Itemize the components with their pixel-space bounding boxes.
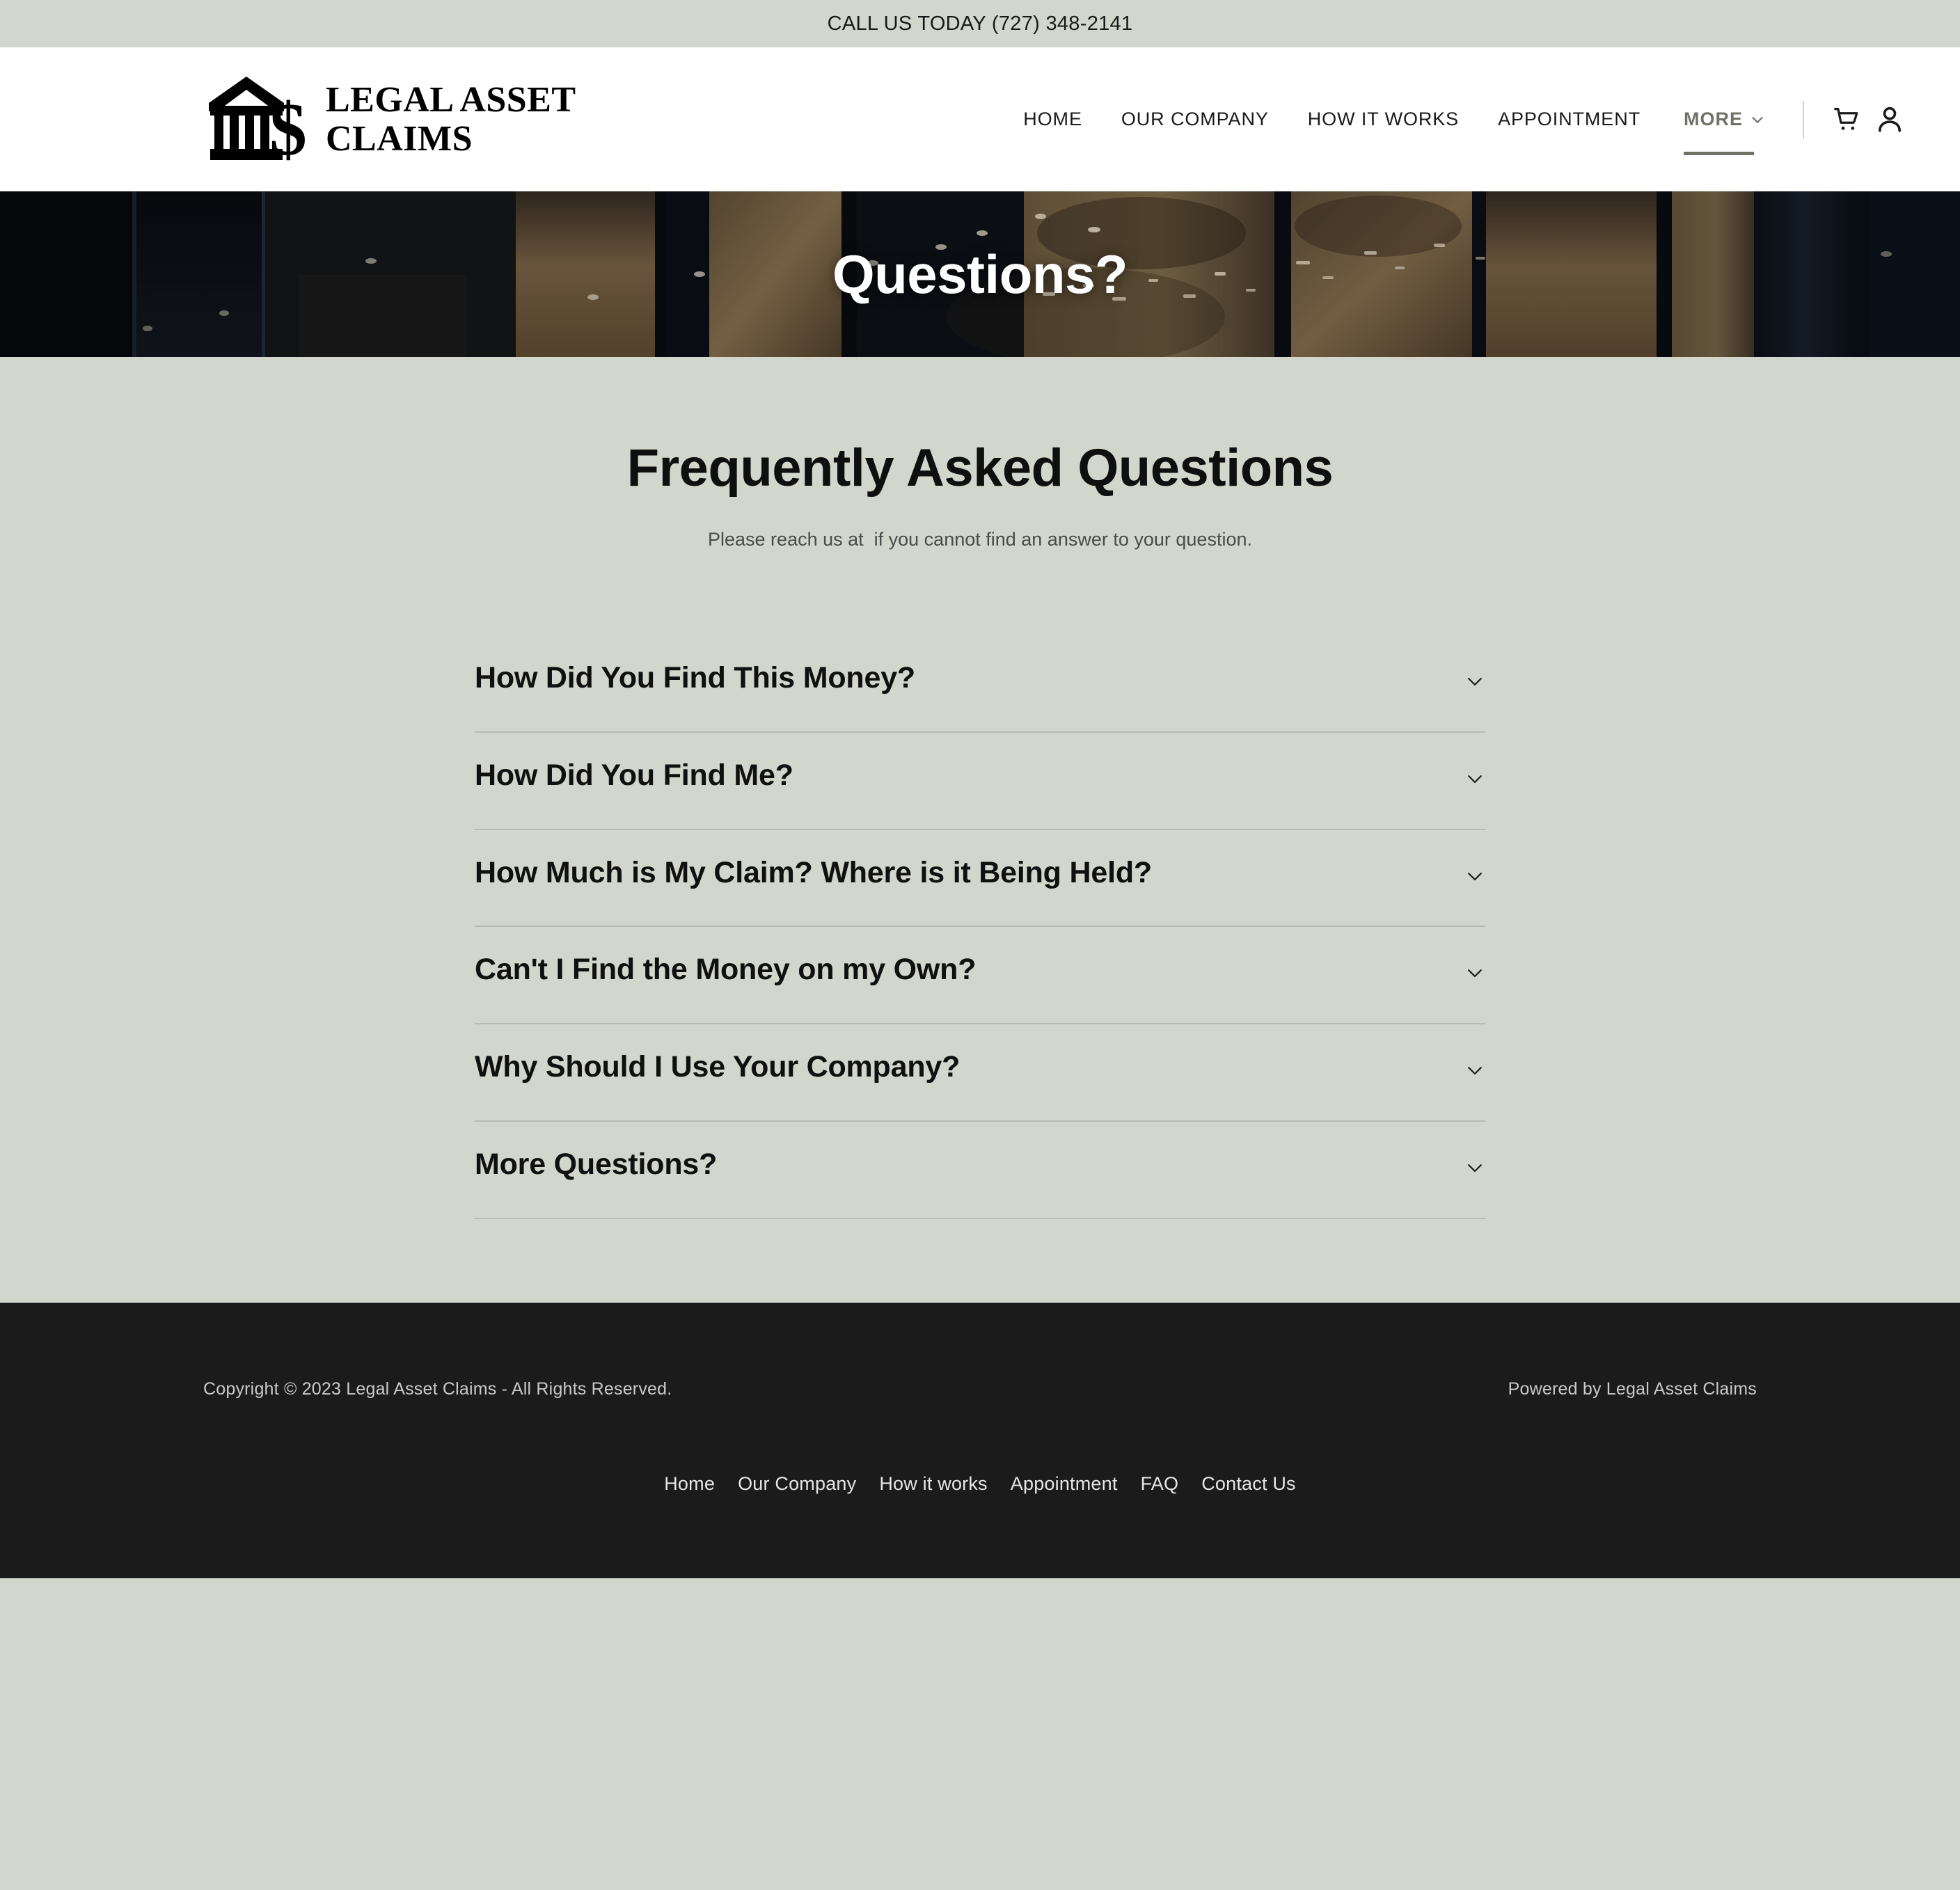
nav-item-more[interactable]: MORE	[1660, 109, 1785, 155]
faq-bottom-spacer	[0, 1219, 1960, 1303]
faq-accordion: How Did You Find This Money? How Did You…	[475, 635, 1485, 1219]
site-footer: Copyright © 2023 Legal Asset Claims - Al…	[0, 1302, 1960, 1578]
footer-link-appointment[interactable]: Appointment	[1011, 1473, 1118, 1495]
faq-item[interactable]: How Much is My Claim? Where is it Being …	[475, 830, 1485, 928]
chevron-down-icon[interactable]	[1464, 1060, 1485, 1081]
chevron-down-icon	[1752, 116, 1763, 123]
footer-powered-by: Powered by Legal Asset Claims	[1508, 1379, 1757, 1399]
cart-button[interactable]	[1828, 101, 1865, 138]
faq-question: How Did You Find Me?	[475, 758, 793, 792]
faq-item[interactable]: How Did You Find This Money?	[475, 635, 1485, 733]
nav-more-label: MORE	[1684, 109, 1743, 129]
nav-item-home[interactable]: HOME	[1004, 109, 1102, 130]
call-us-today-text: CALL US TODAY (727) 348-2141	[827, 12, 1133, 35]
footer-link-how-it-works[interactable]: How it works	[879, 1473, 987, 1495]
faq-heading: Frequently Asked Questions	[626, 438, 1334, 498]
brand-name: LEGAL ASSET CLAIMS	[326, 80, 576, 159]
chevron-down-icon[interactable]	[1464, 866, 1485, 887]
faq-question: Can't I Find the Money on my Own?	[475, 953, 977, 987]
faq-item[interactable]: Why Should I Use Your Company?	[475, 1024, 1485, 1122]
footer-meta-row: Copyright © 2023 Legal Asset Claims - Al…	[203, 1303, 1757, 1399]
nav-item-appointment[interactable]: APPOINTMENT	[1478, 109, 1660, 130]
faq-question: How Much is My Claim? Where is it Being …	[475, 855, 1152, 889]
nav-divider	[1803, 100, 1804, 138]
site-header: $ LEGAL ASSET CLAIMS HOME OUR COMPANY HO…	[0, 47, 1960, 191]
footer-link-contact-us[interactable]: Contact Us	[1201, 1473, 1296, 1495]
announcement-bar: CALL US TODAY (727) 348-2141	[0, 0, 1960, 47]
chevron-down-icon[interactable]	[1464, 1157, 1485, 1178]
nav-item-our-company[interactable]: OUR COMPANY	[1102, 109, 1288, 130]
footer-navigation: Home Our Company How it works Appointmen…	[203, 1473, 1757, 1495]
faq-question: How Did You Find This Money?	[475, 661, 915, 694]
nav-item-how-it-works[interactable]: HOW IT WORKS	[1288, 109, 1478, 130]
nav-more-active-underline	[1684, 152, 1754, 155]
chevron-down-icon[interactable]	[1464, 768, 1485, 789]
faq-question: Why Should I Use Your Company?	[475, 1050, 961, 1083]
hero-banner: Questions?	[0, 191, 1960, 357]
footer-copyright: Copyright © 2023 Legal Asset Claims - Al…	[203, 1379, 672, 1399]
svg-text:$: $	[269, 88, 307, 168]
main-navigation: HOME OUR COMPANY HOW IT WORKS APPOINTMEN…	[1004, 100, 1915, 155]
faq-item[interactable]: More Questions?	[475, 1122, 1485, 1219]
faq-section: Frequently Asked Questions Please reach …	[0, 357, 1960, 1303]
footer-link-faq[interactable]: FAQ	[1141, 1473, 1179, 1495]
account-button[interactable]	[1871, 101, 1908, 138]
faq-item[interactable]: Can't I Find the Money on my Own?	[475, 927, 1485, 1024]
chevron-down-icon[interactable]	[1464, 962, 1485, 983]
faq-question: More Questions?	[475, 1147, 718, 1181]
faq-item[interactable]: How Did You Find Me?	[475, 733, 1485, 830]
hero-title: Questions?	[832, 243, 1128, 305]
bank-dollar-icon: $	[209, 76, 307, 168]
footer-link-home[interactable]: Home	[664, 1473, 715, 1495]
user-account-icon	[1878, 106, 1902, 132]
brand-logo[interactable]: $ LEGAL ASSET CLAIMS	[203, 71, 576, 168]
footer-link-our-company[interactable]: Our Company	[738, 1473, 856, 1495]
faq-subtext: Please reach us at if you cannot find an…	[708, 529, 1252, 550]
chevron-down-icon[interactable]	[1464, 671, 1485, 692]
shopping-cart-icon	[1834, 107, 1858, 130]
